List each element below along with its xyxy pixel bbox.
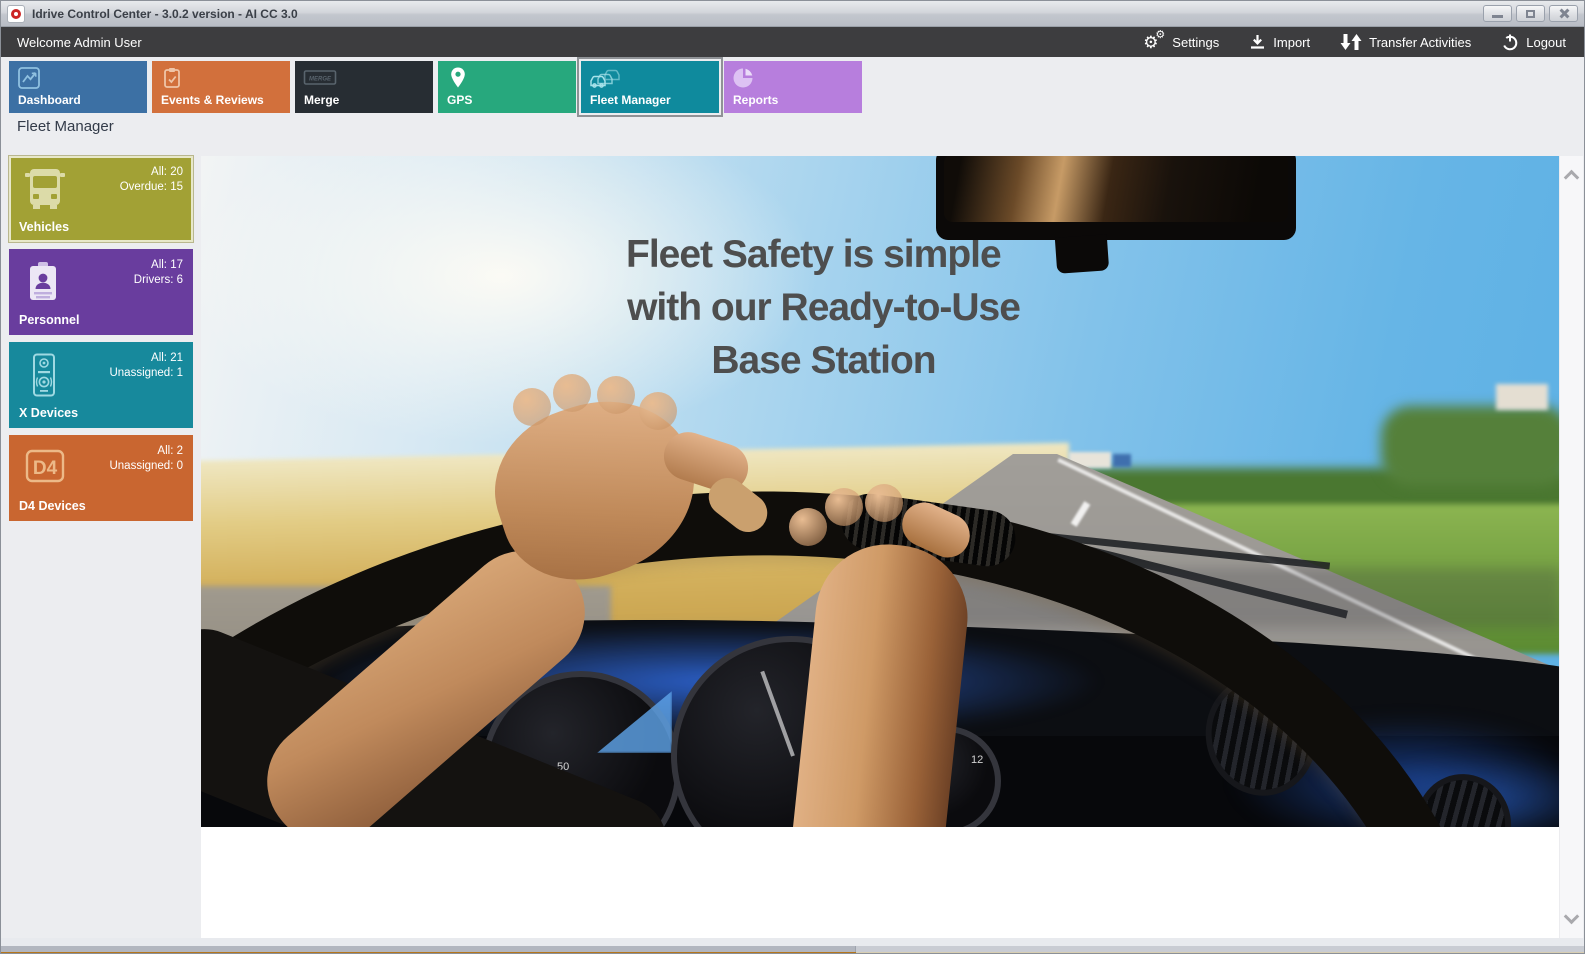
x-devices-stats: All: 21 Unassigned: 1	[109, 351, 183, 381]
vehicles-stats: All: 20 Overdue: 15	[120, 165, 183, 195]
tab-label: GPS	[447, 93, 472, 107]
merge-box-icon: MERGE	[303, 66, 337, 90]
vehicles-card-label: Vehicles	[19, 220, 69, 234]
far-white-house	[1496, 384, 1548, 410]
clipboard-check-icon	[160, 66, 184, 90]
maximize-icon	[1526, 10, 1535, 18]
rear-view-mirror	[936, 156, 1296, 240]
minimize-icon	[1492, 15, 1503, 18]
import-label: Import	[1273, 35, 1310, 50]
module-tabs: Dashboard Events & Reviews MERGE Merge G…	[9, 61, 862, 113]
svg-text:D4: D4	[33, 458, 58, 479]
knuckle	[597, 376, 635, 414]
tab-gps[interactable]: GPS	[438, 61, 576, 113]
d4-device-icon: D4	[21, 445, 69, 489]
far-building-blue	[1113, 454, 1131, 467]
location-pin-icon	[446, 66, 470, 90]
knuckle	[513, 388, 551, 426]
fleet-summary-cards: All: 20 Overdue: 15 Vehicles All: 17 Dri…	[9, 156, 193, 521]
knuckle	[825, 488, 863, 526]
up-down-arrows-icon	[1340, 33, 1362, 51]
maximize-button[interactable]	[1516, 5, 1545, 22]
power-icon	[1501, 33, 1519, 51]
transfer-activities-button[interactable]: Transfer Activities	[1340, 33, 1471, 51]
d4-devices-card-label: D4 Devices	[19, 499, 86, 513]
knuckle	[865, 484, 903, 522]
app-logo-icon	[7, 5, 25, 23]
transfer-activities-label: Transfer Activities	[1369, 35, 1471, 50]
stat-line: All: 17	[151, 259, 183, 271]
id-badge-icon	[21, 259, 67, 305]
tab-reports[interactable]: Reports	[724, 61, 862, 113]
personnel-stats: All: 17 Drivers: 6	[134, 258, 183, 288]
mirror-stem	[1055, 234, 1109, 274]
x-device-icon	[21, 352, 67, 398]
welcome-text: Welcome Admin User	[17, 35, 142, 50]
page-title: Fleet Manager	[17, 118, 114, 135]
d4-devices-stats: All: 2 Unassigned: 0	[109, 444, 183, 474]
dashboard-chart-icon	[17, 66, 41, 90]
logout-button[interactable]: Logout	[1501, 33, 1566, 51]
x-devices-card[interactable]: All: 21 Unassigned: 1 X Devices	[9, 342, 193, 428]
vehicles-card[interactable]: All: 20 Overdue: 15 Vehicles	[9, 156, 193, 242]
close-icon	[1558, 8, 1569, 19]
svg-text:MERGE: MERGE	[309, 77, 332, 83]
app-window: Idrive Control Center - 3.0.2 version - …	[0, 0, 1585, 954]
scroll-down-icon[interactable]	[1564, 909, 1580, 925]
tab-merge[interactable]: MERGE Merge	[295, 61, 433, 113]
tree-hill	[1381, 406, 1559, 486]
stat-line: All: 2	[157, 445, 183, 457]
tab-label: Reports	[733, 93, 778, 107]
import-button[interactable]: Import	[1249, 34, 1310, 50]
stat-line: Unassigned: 0	[109, 460, 183, 472]
gears-icon: ⚙ ⚙	[1143, 32, 1165, 52]
bus-icon	[21, 166, 69, 212]
scroll-up-icon[interactable]	[1564, 170, 1580, 186]
tab-label: Fleet Manager	[590, 93, 671, 107]
knuckle	[639, 392, 677, 430]
personnel-card-label: Personnel	[19, 313, 79, 327]
main-content: Fleet Safety is simple with our Ready-to…	[201, 156, 1583, 938]
mirror-reflection	[944, 156, 1288, 222]
pie-chart-icon	[732, 66, 756, 90]
tab-dashboard[interactable]: Dashboard	[9, 61, 147, 113]
tab-fleet-manager[interactable]: Fleet Manager	[581, 61, 719, 113]
promo-headline: Fleet Safety is simple with our Ready-to…	[231, 228, 1021, 281]
window-title: Idrive Control Center - 3.0.2 version - …	[32, 7, 298, 21]
close-button[interactable]	[1549, 5, 1578, 22]
settings-label: Settings	[1172, 35, 1219, 50]
top-toolbar: Welcome Admin User ⚙ ⚙ Settings Import	[1, 27, 1584, 57]
minimize-button[interactable]	[1483, 5, 1512, 22]
bottom-spacer	[1, 938, 1584, 946]
knuckle	[789, 508, 827, 546]
stat-line: Drivers: 6	[134, 274, 183, 286]
personnel-card[interactable]: All: 17 Drivers: 6 Personnel	[9, 249, 193, 335]
promo-headline-line2: with our Ready-to-Use Base Station	[626, 281, 1021, 387]
download-icon	[1249, 34, 1266, 50]
fleet-promo-photo: Fleet Safety is simple with our Ready-to…	[201, 156, 1559, 827]
settings-button[interactable]: ⚙ ⚙ Settings	[1143, 32, 1219, 52]
logout-label: Logout	[1526, 35, 1566, 50]
knuckle	[553, 374, 591, 412]
x-devices-card-label: X Devices	[19, 406, 78, 420]
stat-line: All: 21	[151, 352, 183, 364]
tab-label: Events & Reviews	[161, 93, 264, 107]
stat-line: Unassigned: 1	[109, 367, 183, 379]
fleet-cars-icon	[589, 66, 623, 90]
title-bar: Idrive Control Center - 3.0.2 version - …	[1, 1, 1584, 27]
stat-line: Overdue: 15	[120, 181, 183, 193]
tab-label: Dashboard	[18, 93, 81, 107]
tab-label: Merge	[304, 93, 339, 107]
vertical-scrollbar[interactable]	[1559, 156, 1583, 938]
stat-line: All: 20	[151, 166, 183, 178]
d4-devices-card[interactable]: D4 All: 2 Unassigned: 0 D4 Devices	[9, 435, 193, 521]
tab-events-reviews[interactable]: Events & Reviews	[152, 61, 290, 113]
